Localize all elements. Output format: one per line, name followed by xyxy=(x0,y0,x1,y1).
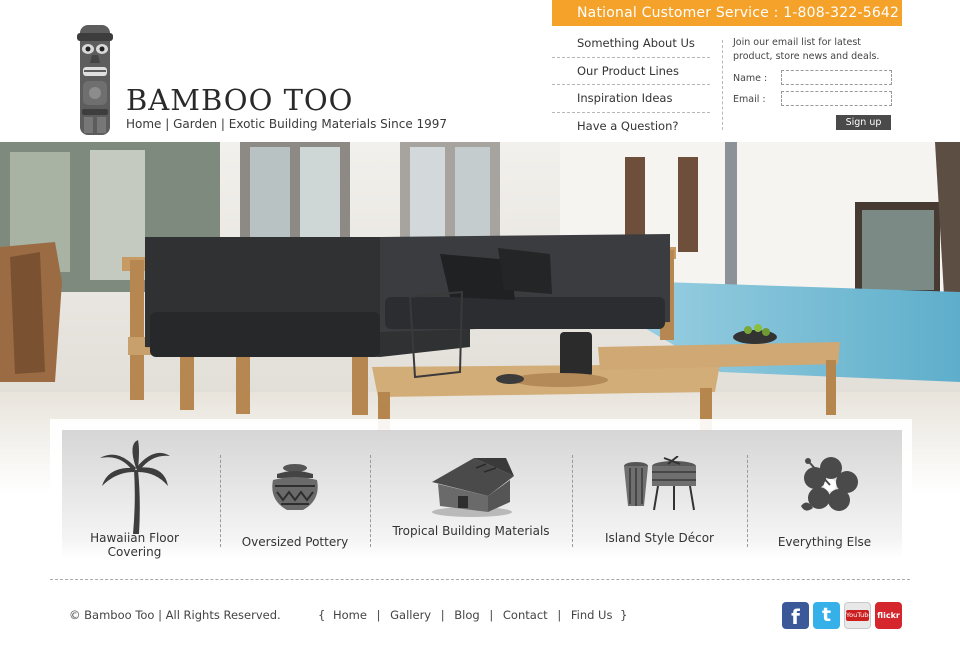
footer-link-home[interactable]: Home xyxy=(333,608,367,622)
category-label: Hawaiian Floor Covering xyxy=(90,531,179,559)
twitter-icon[interactable]: t xyxy=(813,602,840,629)
drums-icon xyxy=(624,456,696,511)
email-field[interactable] xyxy=(781,91,892,106)
category-everything-else[interactable]: Everything Else xyxy=(747,430,902,558)
customer-service-bar: National Customer Service : 1-808-322-56… xyxy=(552,0,902,26)
category-pottery[interactable]: Oversized Pottery xyxy=(220,430,370,558)
category-label: Island Style Décor xyxy=(605,531,714,545)
quick-link-question[interactable]: Have a Question? xyxy=(552,113,710,141)
pottery-icon xyxy=(272,464,318,510)
category-floor-covering[interactable]: Hawaiian Floor Covering xyxy=(62,430,207,559)
name-label: Name : xyxy=(733,73,768,84)
category-label: Everything Else xyxy=(777,535,872,549)
quick-link-inspiration[interactable]: Inspiration Ideas xyxy=(552,85,710,113)
footer-link-find-us[interactable]: Find Us xyxy=(571,608,613,622)
flickr-icon[interactable]: flickr xyxy=(875,602,902,629)
copyright: © Bamboo Too | All Rights Reserved. xyxy=(69,608,281,622)
footer-divider xyxy=(50,579,910,580)
brand-tagline: Home | Garden | Exotic Building Material… xyxy=(126,117,448,131)
palm-tree-icon xyxy=(100,440,170,534)
header-divider xyxy=(722,40,723,130)
quick-links-menu: Something About Us Our Product Lines Ins… xyxy=(552,30,710,140)
category-panel: Hawaiian Floor Covering Oversized Potter… xyxy=(50,419,912,561)
footer-link-blog[interactable]: Blog xyxy=(454,608,479,622)
email-label: Email : xyxy=(733,94,766,105)
tiki-statue-icon[interactable] xyxy=(74,23,116,137)
name-field[interactable] xyxy=(781,70,892,85)
footer-link-gallery[interactable]: Gallery xyxy=(390,608,431,622)
category-strip: Hawaiian Floor Covering Oversized Potter… xyxy=(62,430,902,559)
newsletter-form: Join our email list for latest product, … xyxy=(733,36,903,130)
newsletter-intro: Join our email list for latest product, … xyxy=(733,37,880,62)
footer-nav-open-brace: { xyxy=(318,608,326,622)
quick-link-products[interactable]: Our Product Lines xyxy=(552,58,710,85)
footer-nav: { Home | Gallery | Blog | Contact | Find… xyxy=(318,608,628,622)
category-island-decor[interactable]: Island Style Décor xyxy=(572,430,747,558)
hut-icon xyxy=(432,458,514,517)
youtube-icon[interactable]: YouTube xyxy=(844,602,871,629)
category-label: Oversized Pottery xyxy=(241,535,349,549)
quick-link-about[interactable]: Something About Us xyxy=(552,30,710,58)
footer-link-contact[interactable]: Contact xyxy=(503,608,548,622)
brand-name[interactable]: BAMBOO TOO xyxy=(126,86,353,115)
category-label: Tropical Building Materials xyxy=(392,524,550,538)
footer-nav-close-brace: } xyxy=(620,608,628,622)
facebook-icon[interactable]: f xyxy=(782,602,809,629)
hibiscus-icon xyxy=(801,457,858,511)
signup-button[interactable]: Sign up xyxy=(836,115,891,130)
category-building-materials[interactable]: Tropical Building Materials xyxy=(370,430,572,558)
